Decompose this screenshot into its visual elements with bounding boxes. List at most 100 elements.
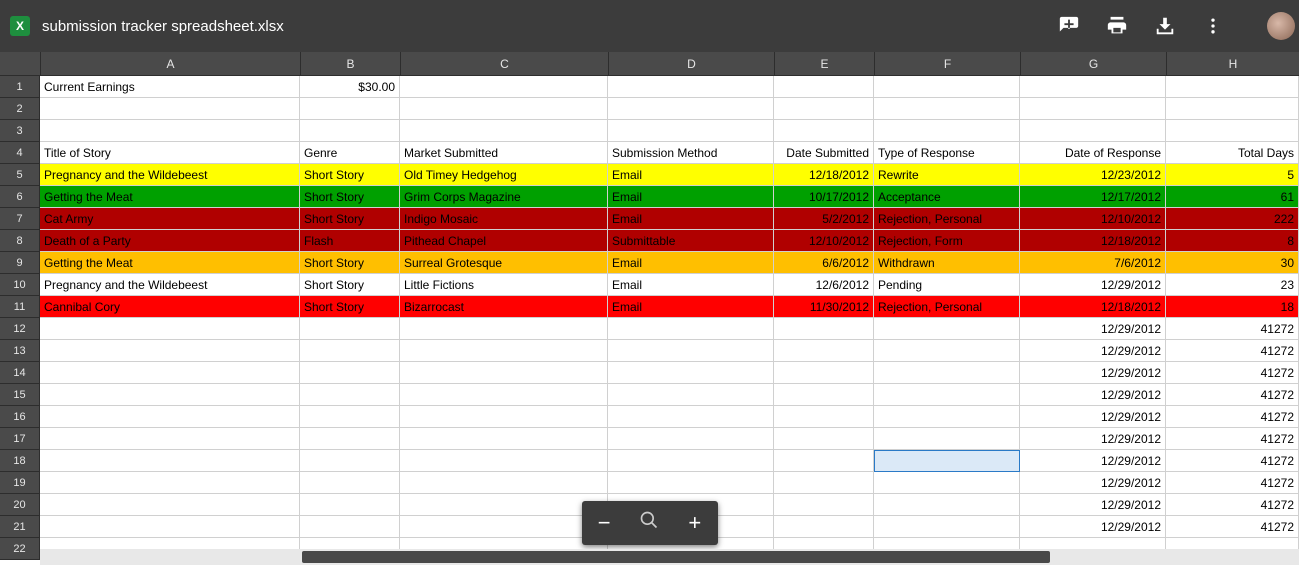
cell[interactable]: 12/18/2012 xyxy=(774,164,874,186)
cell[interactable] xyxy=(40,516,300,538)
cell[interactable]: 18 xyxy=(1166,296,1299,318)
cell[interactable]: 41272 xyxy=(1166,472,1299,494)
row-header[interactable]: 4 xyxy=(0,142,40,164)
row-header[interactable]: 20 xyxy=(0,494,40,516)
cell[interactable] xyxy=(608,98,774,120)
cell[interactable]: Short Story xyxy=(300,252,400,274)
cell[interactable]: Pregnancy and the Wildebeest xyxy=(40,274,300,296)
cell[interactable] xyxy=(40,428,300,450)
cell[interactable]: 5/2/2012 xyxy=(774,208,874,230)
cell[interactable] xyxy=(400,450,608,472)
cell[interactable] xyxy=(608,120,774,142)
cell[interactable] xyxy=(400,76,608,98)
cell[interactable]: 222 xyxy=(1166,208,1299,230)
cell[interactable]: 6/6/2012 xyxy=(774,252,874,274)
cell[interactable]: 10/17/2012 xyxy=(774,186,874,208)
cell[interactable]: Submittable xyxy=(608,230,774,252)
row-header[interactable]: 13 xyxy=(0,340,40,362)
horizontal-scrollbar[interactable] xyxy=(40,549,1299,565)
cell[interactable]: 7/6/2012 xyxy=(1020,252,1166,274)
cell[interactable] xyxy=(300,340,400,362)
cell[interactable]: Email xyxy=(608,274,774,296)
zoom-in-button[interactable]: + xyxy=(681,510,709,536)
cell[interactable]: Email xyxy=(608,208,774,230)
cell[interactable]: Submission Method xyxy=(608,142,774,164)
cell[interactable]: Short Story xyxy=(300,208,400,230)
row-header[interactable]: 2 xyxy=(0,98,40,120)
cell[interactable] xyxy=(774,76,874,98)
cell[interactable] xyxy=(400,362,608,384)
cell[interactable]: Type of Response xyxy=(874,142,1020,164)
cell[interactable] xyxy=(300,406,400,428)
row-header[interactable]: 8 xyxy=(0,230,40,252)
cell[interactable]: Date Submitted xyxy=(774,142,874,164)
cell[interactable] xyxy=(40,120,300,142)
cell[interactable] xyxy=(874,384,1020,406)
cell[interactable] xyxy=(40,494,300,516)
print-button[interactable] xyxy=(1105,14,1129,38)
col-header-D[interactable]: D xyxy=(609,52,775,76)
cell[interactable]: Short Story xyxy=(300,296,400,318)
cell[interactable]: 61 xyxy=(1166,186,1299,208)
row-header[interactable]: 19 xyxy=(0,472,40,494)
cell[interactable]: Bizarrocast xyxy=(400,296,608,318)
cell[interactable] xyxy=(874,428,1020,450)
row-header[interactable]: 1 xyxy=(0,76,40,98)
cell[interactable] xyxy=(40,472,300,494)
cell[interactable] xyxy=(300,516,400,538)
row-header[interactable]: 18 xyxy=(0,450,40,472)
cell[interactable] xyxy=(300,494,400,516)
cell[interactable] xyxy=(400,406,608,428)
col-header-H[interactable]: H xyxy=(1167,52,1299,76)
row-header[interactable]: 6 xyxy=(0,186,40,208)
cell[interactable]: 41272 xyxy=(1166,494,1299,516)
cell[interactable] xyxy=(300,362,400,384)
cell[interactable] xyxy=(40,450,300,472)
cell[interactable] xyxy=(300,98,400,120)
cell[interactable]: Getting the Meat xyxy=(40,252,300,274)
cell[interactable]: 12/29/2012 xyxy=(1020,494,1166,516)
cell[interactable]: 41272 xyxy=(1166,406,1299,428)
row-header[interactable]: 9 xyxy=(0,252,40,274)
cell[interactable]: Flash xyxy=(300,230,400,252)
cell[interactable]: Withdrawn xyxy=(874,252,1020,274)
cell[interactable] xyxy=(40,318,300,340)
horizontal-scrollbar-thumb[interactable] xyxy=(302,551,1050,563)
cell[interactable]: 12/17/2012 xyxy=(1020,186,1166,208)
cell[interactable]: Death of a Party xyxy=(40,230,300,252)
cell[interactable]: 41272 xyxy=(1166,340,1299,362)
cell[interactable]: 12/18/2012 xyxy=(1020,296,1166,318)
select-all-corner[interactable] xyxy=(0,52,41,76)
cell[interactable] xyxy=(1020,76,1166,98)
add-comment-button[interactable] xyxy=(1057,14,1081,38)
cell[interactable] xyxy=(874,120,1020,142)
cell[interactable]: Pending xyxy=(874,274,1020,296)
cell[interactable] xyxy=(874,318,1020,340)
cell[interactable]: 11/30/2012 xyxy=(774,296,874,318)
cell[interactable] xyxy=(300,120,400,142)
cell[interactable] xyxy=(774,428,874,450)
cell[interactable] xyxy=(608,450,774,472)
cell[interactable]: Little Fictions xyxy=(400,274,608,296)
cell[interactable]: Rejection, Personal xyxy=(874,208,1020,230)
cell[interactable] xyxy=(1166,98,1299,120)
row-header[interactable]: 5 xyxy=(0,164,40,186)
cell[interactable]: 41272 xyxy=(1166,384,1299,406)
col-header-A[interactable]: A xyxy=(41,52,301,76)
cell[interactable]: 8 xyxy=(1166,230,1299,252)
cell[interactable]: 12/29/2012 xyxy=(1020,274,1166,296)
cell[interactable] xyxy=(608,362,774,384)
cell[interactable]: Surreal Grotesque xyxy=(400,252,608,274)
cell[interactable]: 41272 xyxy=(1166,362,1299,384)
avatar[interactable] xyxy=(1267,12,1295,40)
cell[interactable] xyxy=(874,472,1020,494)
row-header[interactable]: 17 xyxy=(0,428,40,450)
cell[interactable]: 12/29/2012 xyxy=(1020,516,1166,538)
cell[interactable] xyxy=(774,494,874,516)
cell[interactable] xyxy=(608,472,774,494)
cell[interactable] xyxy=(608,406,774,428)
cell[interactable] xyxy=(874,340,1020,362)
col-header-B[interactable]: B xyxy=(301,52,401,76)
cell[interactable]: Market Submitted xyxy=(400,142,608,164)
cell[interactable]: Rejection, Personal xyxy=(874,296,1020,318)
